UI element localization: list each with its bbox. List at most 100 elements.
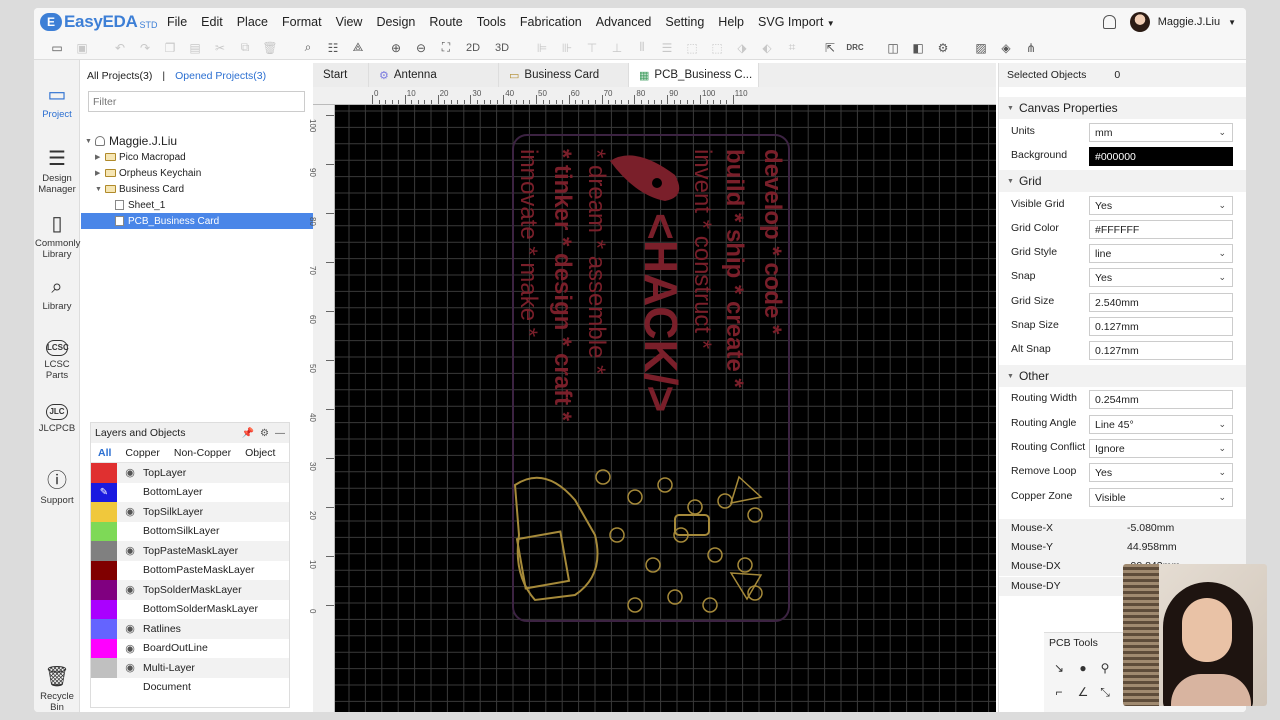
layer-row[interactable]: ◉ Multi-Layer [91, 658, 289, 678]
pcb-drawing[interactable]: develop * code *build * ship * create *i… [335, 105, 996, 712]
pin-icon[interactable]: 📌 [242, 428, 254, 439]
rail-lcsc-parts[interactable]: LCSC LCSC Parts [34, 336, 80, 381]
layer-row[interactable]: ◉ Ratlines [91, 619, 289, 639]
menu-help[interactable]: Help [711, 15, 751, 29]
grid-style-select[interactable]: line ⌄ [1089, 244, 1233, 263]
paste-icon[interactable]: ▤ [184, 38, 206, 58]
tree-item-pcb-business-card[interactable]: PCB_Business Card [81, 213, 313, 229]
layers-icon[interactable]: ◈ [995, 38, 1017, 58]
open-folder-icon[interactable]: ▭ [46, 38, 68, 58]
layer-color-swatch[interactable] [91, 658, 117, 678]
delete-icon[interactable]: 🗑 [259, 38, 281, 58]
menu-advanced[interactable]: Advanced [589, 15, 659, 29]
ungroup-icon[interactable]: ⬚ [706, 38, 728, 58]
share-icon[interactable]: ⋔ [1020, 38, 1042, 58]
dimension-tool-icon[interactable]: ∠ [1074, 683, 1092, 701]
minimize-icon[interactable]: — [275, 428, 285, 439]
notification-bell-icon[interactable] [1102, 15, 1116, 29]
menu-tools[interactable]: Tools [470, 15, 513, 29]
grid-header[interactable]: ▼ Grid [999, 170, 1246, 192]
menu-file[interactable]: File [160, 15, 194, 29]
fit-view-icon[interactable]: ⛶ [435, 38, 457, 58]
grid-size-input[interactable]: 2.540mm [1089, 293, 1233, 312]
expand-arrow-icon[interactable]: ▶ [95, 153, 105, 161]
eye-icon[interactable]: ◉ [117, 505, 143, 518]
copy-icon[interactable]: ❐ [159, 38, 181, 58]
background-color-input[interactable]: #000000 [1089, 147, 1233, 166]
layer-row[interactable]: ◉ TopSolderMaskLayer [91, 580, 289, 600]
via-tool-icon[interactable]: ⚲ [1096, 659, 1114, 677]
align-left-icon[interactable]: ⊫ [531, 38, 553, 58]
lock-icon[interactable]: ⬗ [731, 38, 753, 58]
zoom-out-icon[interactable]: ⊖ [410, 38, 432, 58]
project-filter-input[interactable] [88, 91, 305, 112]
cut-icon[interactable]: ✂ [209, 38, 231, 58]
image-icon[interactable]: ▨ [970, 38, 992, 58]
menu-fabrication[interactable]: Fabrication [513, 15, 589, 29]
pick-place-icon[interactable]: ⚙ [932, 38, 954, 58]
remove-loop-select[interactable]: Yes ⌄ [1089, 463, 1233, 482]
layer-row[interactable]: ✎ BottomLayer [91, 482, 289, 502]
align-bottom-icon[interactable]: ⊥ [606, 38, 628, 58]
copper-zone-select[interactable]: Visible ⌄ [1089, 488, 1233, 507]
chevron-down-icon[interactable]: ▼ [1228, 18, 1236, 27]
expand-arrow-icon[interactable]: ▼ [85, 138, 95, 145]
eye-icon[interactable]: ◉ [117, 583, 143, 596]
canvas-properties-header[interactable]: ▼ Canvas Properties [999, 97, 1246, 119]
tree-item-sheet-1[interactable]: Sheet_1 [81, 197, 313, 213]
layer-color-swatch[interactable] [91, 560, 117, 580]
bom-export-icon[interactable]: ◧ [907, 38, 929, 58]
snap-grid-icon[interactable]: ⌗ [781, 38, 803, 58]
tab-antenna[interactable]: ⚙ Antenna [369, 63, 499, 87]
tab-all[interactable]: All [91, 447, 118, 459]
eye-icon[interactable]: ◉ [117, 544, 143, 557]
eye-icon[interactable]: ◉ [117, 622, 143, 635]
line-tool-icon[interactable]: ⌐ [1050, 683, 1068, 701]
eye-icon[interactable]: ◉ [117, 661, 143, 674]
rail-library[interactable]: ⌕ Library [34, 276, 80, 312]
align-right-icon[interactable]: ⊪ [556, 38, 578, 58]
connect-tool-icon[interactable]: ⤡ [1096, 683, 1114, 701]
tab-copper[interactable]: Copper [118, 447, 166, 459]
eye-icon[interactable]: ◉ [117, 466, 143, 479]
other-header[interactable]: ▼ Other [999, 365, 1246, 387]
menu-svg-import[interactable]: SVG Import ▼ [751, 15, 842, 29]
layer-row[interactable]: ◉ TopLayer [91, 463, 289, 483]
user-avatar[interactable] [1129, 12, 1150, 32]
zoom-in-icon[interactable]: ⊕ [385, 38, 407, 58]
menu-format[interactable]: Format [275, 15, 329, 29]
layer-row[interactable]: Document [91, 677, 289, 697]
tree-item-user[interactable]: ▼ Maggie.J.Liu [81, 133, 313, 149]
visible-grid-select[interactable]: Yes ⌄ [1089, 196, 1233, 215]
rail-design-manager[interactable]: ☰ Design Manager [34, 148, 80, 195]
pad-tool-icon[interactable]: ● [1074, 659, 1092, 677]
layer-color-swatch[interactable] [91, 541, 117, 561]
rail-jlcpcb[interactable]: JLC JLCPCB [34, 400, 80, 434]
layer-row[interactable]: ◉ TopPasteMaskLayer [91, 541, 289, 561]
layer-color-swatch[interactable] [91, 599, 117, 619]
layer-color-swatch[interactable] [91, 677, 117, 697]
view-3d-button[interactable]: 3D [489, 38, 515, 58]
tree-item-business-card[interactable]: ▼ Business Card [81, 181, 313, 197]
user-name[interactable]: Maggie.J.Liu [1158, 16, 1220, 28]
tab-opened-projects[interactable]: Opened Projects(3) [175, 70, 266, 82]
layer-row[interactable]: ◉ BoardOutLine [91, 638, 289, 658]
grid-color-input[interactable]: #FFFFFF [1089, 220, 1233, 239]
drc-button[interactable]: DRC [844, 38, 866, 58]
gear-icon[interactable]: ⚙ [260, 428, 269, 439]
menu-design[interactable]: Design [369, 15, 422, 29]
find-similar-icon[interactable]: ☷ [322, 38, 344, 58]
units-select[interactable]: mm ⌄ [1089, 123, 1233, 142]
layer-color-swatch[interactable] [91, 619, 117, 639]
layer-row[interactable]: BottomSolderMaskLayer [91, 599, 289, 619]
routing-angle-select[interactable]: Line 45° ⌄ [1089, 415, 1233, 434]
routing-width-input[interactable]: 0.254mm [1089, 390, 1233, 409]
track-tool-icon[interactable]: ↘ [1050, 659, 1068, 677]
rail-support[interactable]: ⓘ Support [34, 470, 80, 506]
layer-color-swatch[interactable] [91, 463, 117, 483]
expand-arrow-icon[interactable]: ▼ [95, 186, 105, 193]
unlock-icon[interactable]: ⬖ [756, 38, 778, 58]
layer-row[interactable]: BottomPasteMaskLayer [91, 560, 289, 580]
tab-start[interactable]: Start [313, 63, 369, 87]
menu-route[interactable]: Route [422, 15, 469, 29]
